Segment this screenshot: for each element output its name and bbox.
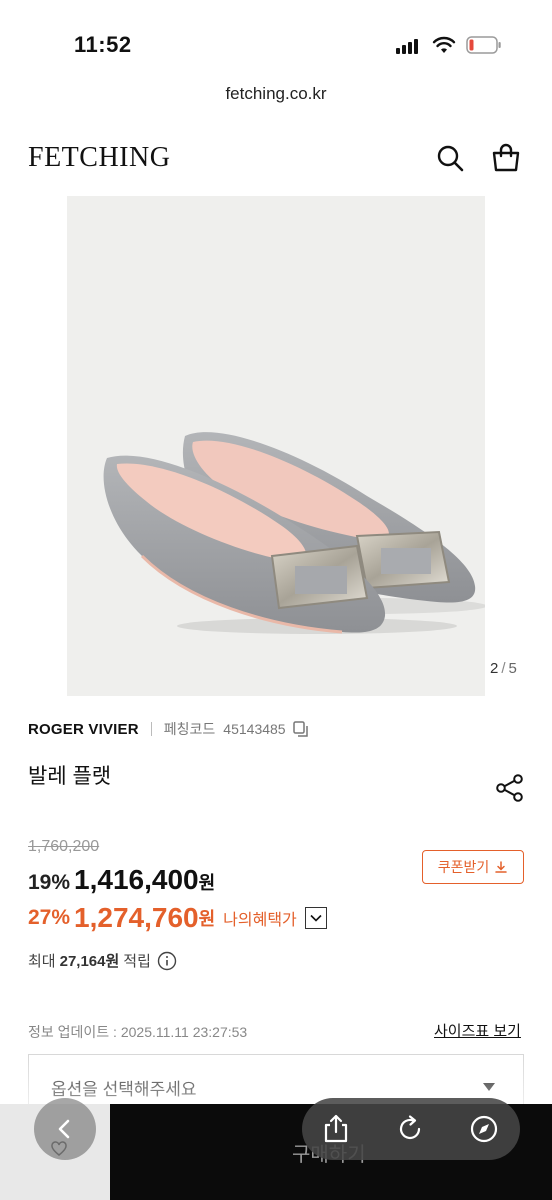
info-icon[interactable] xyxy=(157,951,177,971)
caret-down-icon xyxy=(483,1083,495,1091)
points-row: 최대 27,164원 적립 xyxy=(28,950,177,971)
search-icon[interactable] xyxy=(434,142,466,174)
image-counter-current: 2 xyxy=(490,660,499,677)
brand-row: ROGER VIVIER 페칭코드 45143485 xyxy=(28,718,310,740)
sale-price-row: 19% 1,416,400 원 xyxy=(28,864,215,896)
brand-name[interactable]: ROGER VIVIER xyxy=(28,721,139,738)
wifi-icon xyxy=(432,36,456,53)
download-icon xyxy=(495,861,508,873)
product-code-label: 페칭코드 xyxy=(163,721,216,737)
shoes-illustration xyxy=(103,432,485,634)
my-discount: 27% xyxy=(28,906,71,929)
coupon-button[interactable]: 쿠폰받기 xyxy=(422,850,524,884)
sale-price: 1,416,400 xyxy=(74,864,199,895)
benefit-toggle[interactable] xyxy=(304,907,327,929)
points-suffix: 적립 xyxy=(123,953,151,970)
back-button[interactable] xyxy=(34,1098,96,1160)
update-info: 정보 업데이트 : 2025.11.11 23:27:53 xyxy=(28,1024,248,1040)
image-counter: 2/5 xyxy=(490,660,517,677)
my-benefit-label[interactable]: 나의혜택가 xyxy=(223,906,297,930)
site-header: FETCHING xyxy=(0,130,552,186)
currency-label: 원 xyxy=(198,909,216,929)
browser-toolbar xyxy=(302,1098,520,1160)
battery-low-icon xyxy=(466,36,501,54)
original-price: 1,760,200 xyxy=(28,838,100,855)
my-price: 1,274,760 xyxy=(74,902,199,933)
chevron-down-icon xyxy=(310,914,322,922)
share-icon[interactable] xyxy=(320,1113,352,1145)
currency-label: 원 xyxy=(198,873,216,893)
cellular-signal-icon xyxy=(396,38,422,54)
coupon-label: 쿠폰받기 xyxy=(437,859,490,875)
product-image[interactable] xyxy=(67,196,485,696)
image-counter-total: 5 xyxy=(508,660,517,677)
sale-discount: 19% xyxy=(28,871,71,894)
site-logo[interactable]: FETCHING xyxy=(28,142,170,174)
points-prefix: 최대 xyxy=(28,953,56,970)
share-icon[interactable] xyxy=(494,772,526,804)
copy-icon[interactable] xyxy=(292,720,310,738)
points-value: 27,164원 xyxy=(59,953,120,970)
my-price-row: 27% 1,274,760 원 나의혜택가 xyxy=(28,902,327,934)
status-bar: 11:52 xyxy=(0,0,552,80)
option-placeholder: 옵션을 선택해주세요 xyxy=(51,1080,197,1099)
size-chart-link[interactable]: 사이즈표 보기 xyxy=(434,1020,521,1041)
product-name: 발레 플랫 xyxy=(28,765,112,788)
shopping-bag-icon[interactable] xyxy=(490,142,522,174)
compass-icon[interactable] xyxy=(468,1113,500,1145)
divider xyxy=(150,722,152,736)
image-counter-separator: / xyxy=(501,660,506,677)
url-bar[interactable]: fetching.co.kr xyxy=(0,84,552,104)
status-time: 11:52 xyxy=(74,32,132,57)
product-code: 45143485 xyxy=(223,721,286,737)
back-icon xyxy=(58,1119,70,1139)
reload-icon[interactable] xyxy=(394,1113,426,1145)
